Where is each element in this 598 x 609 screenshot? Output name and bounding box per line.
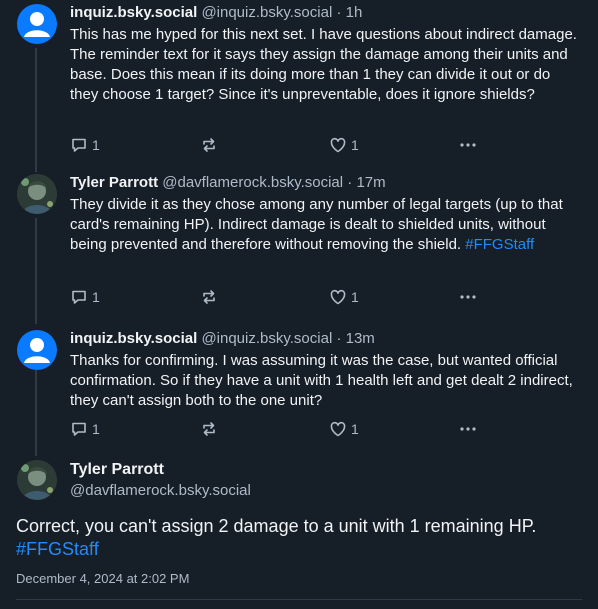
reply-button[interactable]: 1 [70,420,100,438]
post-text: Thanks for confirming. I was assuming it… [70,351,578,411]
more-icon [460,295,476,299]
like-icon [330,421,346,437]
main-avatar[interactable] [17,460,57,500]
like-button[interactable]: 1 [329,136,359,154]
reply-icon [72,290,86,304]
more-button[interactable] [458,288,478,306]
post-header: inquiz.bsky.social @inquiz.bsky.social ·… [70,4,578,22]
like-icon [330,289,346,305]
post-text: This has me hyped for this next set. I h… [70,25,578,105]
like-count: 1 [351,421,359,437]
post-time[interactable]: 17m [356,174,385,191]
thread-post[interactable]: inquiz.bsky.social @inquiz.bsky.social ·… [0,326,598,451]
post-text: They divide it as they chose among any n… [70,195,578,255]
avatar[interactable] [17,330,57,370]
more-icon [460,427,476,431]
main-post-text: Correct, you can't assign 2 damage to a … [16,515,586,561]
reply-button[interactable]: 1 [70,136,100,154]
repost-icon [203,138,215,152]
reply-count: 1 [92,289,100,305]
author-name[interactable]: Tyler Parrott [70,174,158,191]
main-author-name[interactable]: Tyler Parrott [70,461,164,479]
separator-dot: · [347,174,353,191]
thread-post[interactable]: Tyler Parrott @davflamerock.bsky.social … [0,170,598,318]
reply-count: 1 [92,421,100,437]
author-name[interactable]: inquiz.bsky.social [70,330,197,347]
reply-icon [72,138,86,152]
post-time[interactable]: 13m [346,330,375,347]
repost-icon [203,422,215,436]
like-count: 1 [351,137,359,153]
repost-icon [203,290,215,304]
default-avatar-icon [24,12,50,37]
reply-count: 1 [92,137,100,153]
author-name[interactable]: inquiz.bsky.social [70,4,197,21]
divider [16,599,582,600]
post-date[interactable]: December 4, 2024 at 2:02 PM [16,571,189,586]
reply-icon [72,422,86,436]
repost-button[interactable] [200,136,218,154]
separator-dot: · [336,330,342,347]
like-count: 1 [351,289,359,305]
user-photo-icon [17,460,57,500]
repost-button[interactable] [200,420,218,438]
hashtag-link[interactable]: #FFGStaff [16,539,99,559]
avatar[interactable] [17,174,57,214]
post-actions: 1 1 [70,288,490,308]
post-body: This has me hyped for this next set. I h… [70,26,577,103]
repost-button[interactable] [200,288,218,306]
default-avatar-icon [24,338,50,363]
author-handle[interactable]: @inquiz.bsky.social [201,330,332,347]
hashtag-link[interactable]: #FFGStaff [465,236,534,253]
author-handle[interactable]: @inquiz.bsky.social [201,4,332,21]
like-button[interactable]: 1 [329,420,359,438]
like-button[interactable]: 1 [329,288,359,306]
main-author-handle[interactable]: @davflamerock.bsky.social [70,482,251,499]
separator-dot: · [336,4,342,21]
like-icon [330,137,346,153]
avatar[interactable] [17,4,57,44]
author-handle[interactable]: @davflamerock.bsky.social [162,174,343,191]
user-photo-icon [17,174,57,214]
more-button[interactable] [458,136,478,154]
more-icon [460,143,476,147]
main-post-body: Correct, you can't assign 2 damage to a … [16,516,537,536]
thread-post[interactable]: inquiz.bsky.social @inquiz.bsky.social ·… [0,0,598,165]
post-actions: 1 1 [70,136,490,156]
post-header: inquiz.bsky.social @inquiz.bsky.social ·… [70,330,578,348]
post-time[interactable]: 1h [346,4,363,21]
post-actions: 1 1 [70,420,490,440]
more-button[interactable] [458,420,478,438]
post-header: Tyler Parrott @davflamerock.bsky.social … [70,174,578,192]
post-body: Thanks for confirming. I was assuming it… [70,352,573,409]
reply-button[interactable]: 1 [70,288,100,306]
